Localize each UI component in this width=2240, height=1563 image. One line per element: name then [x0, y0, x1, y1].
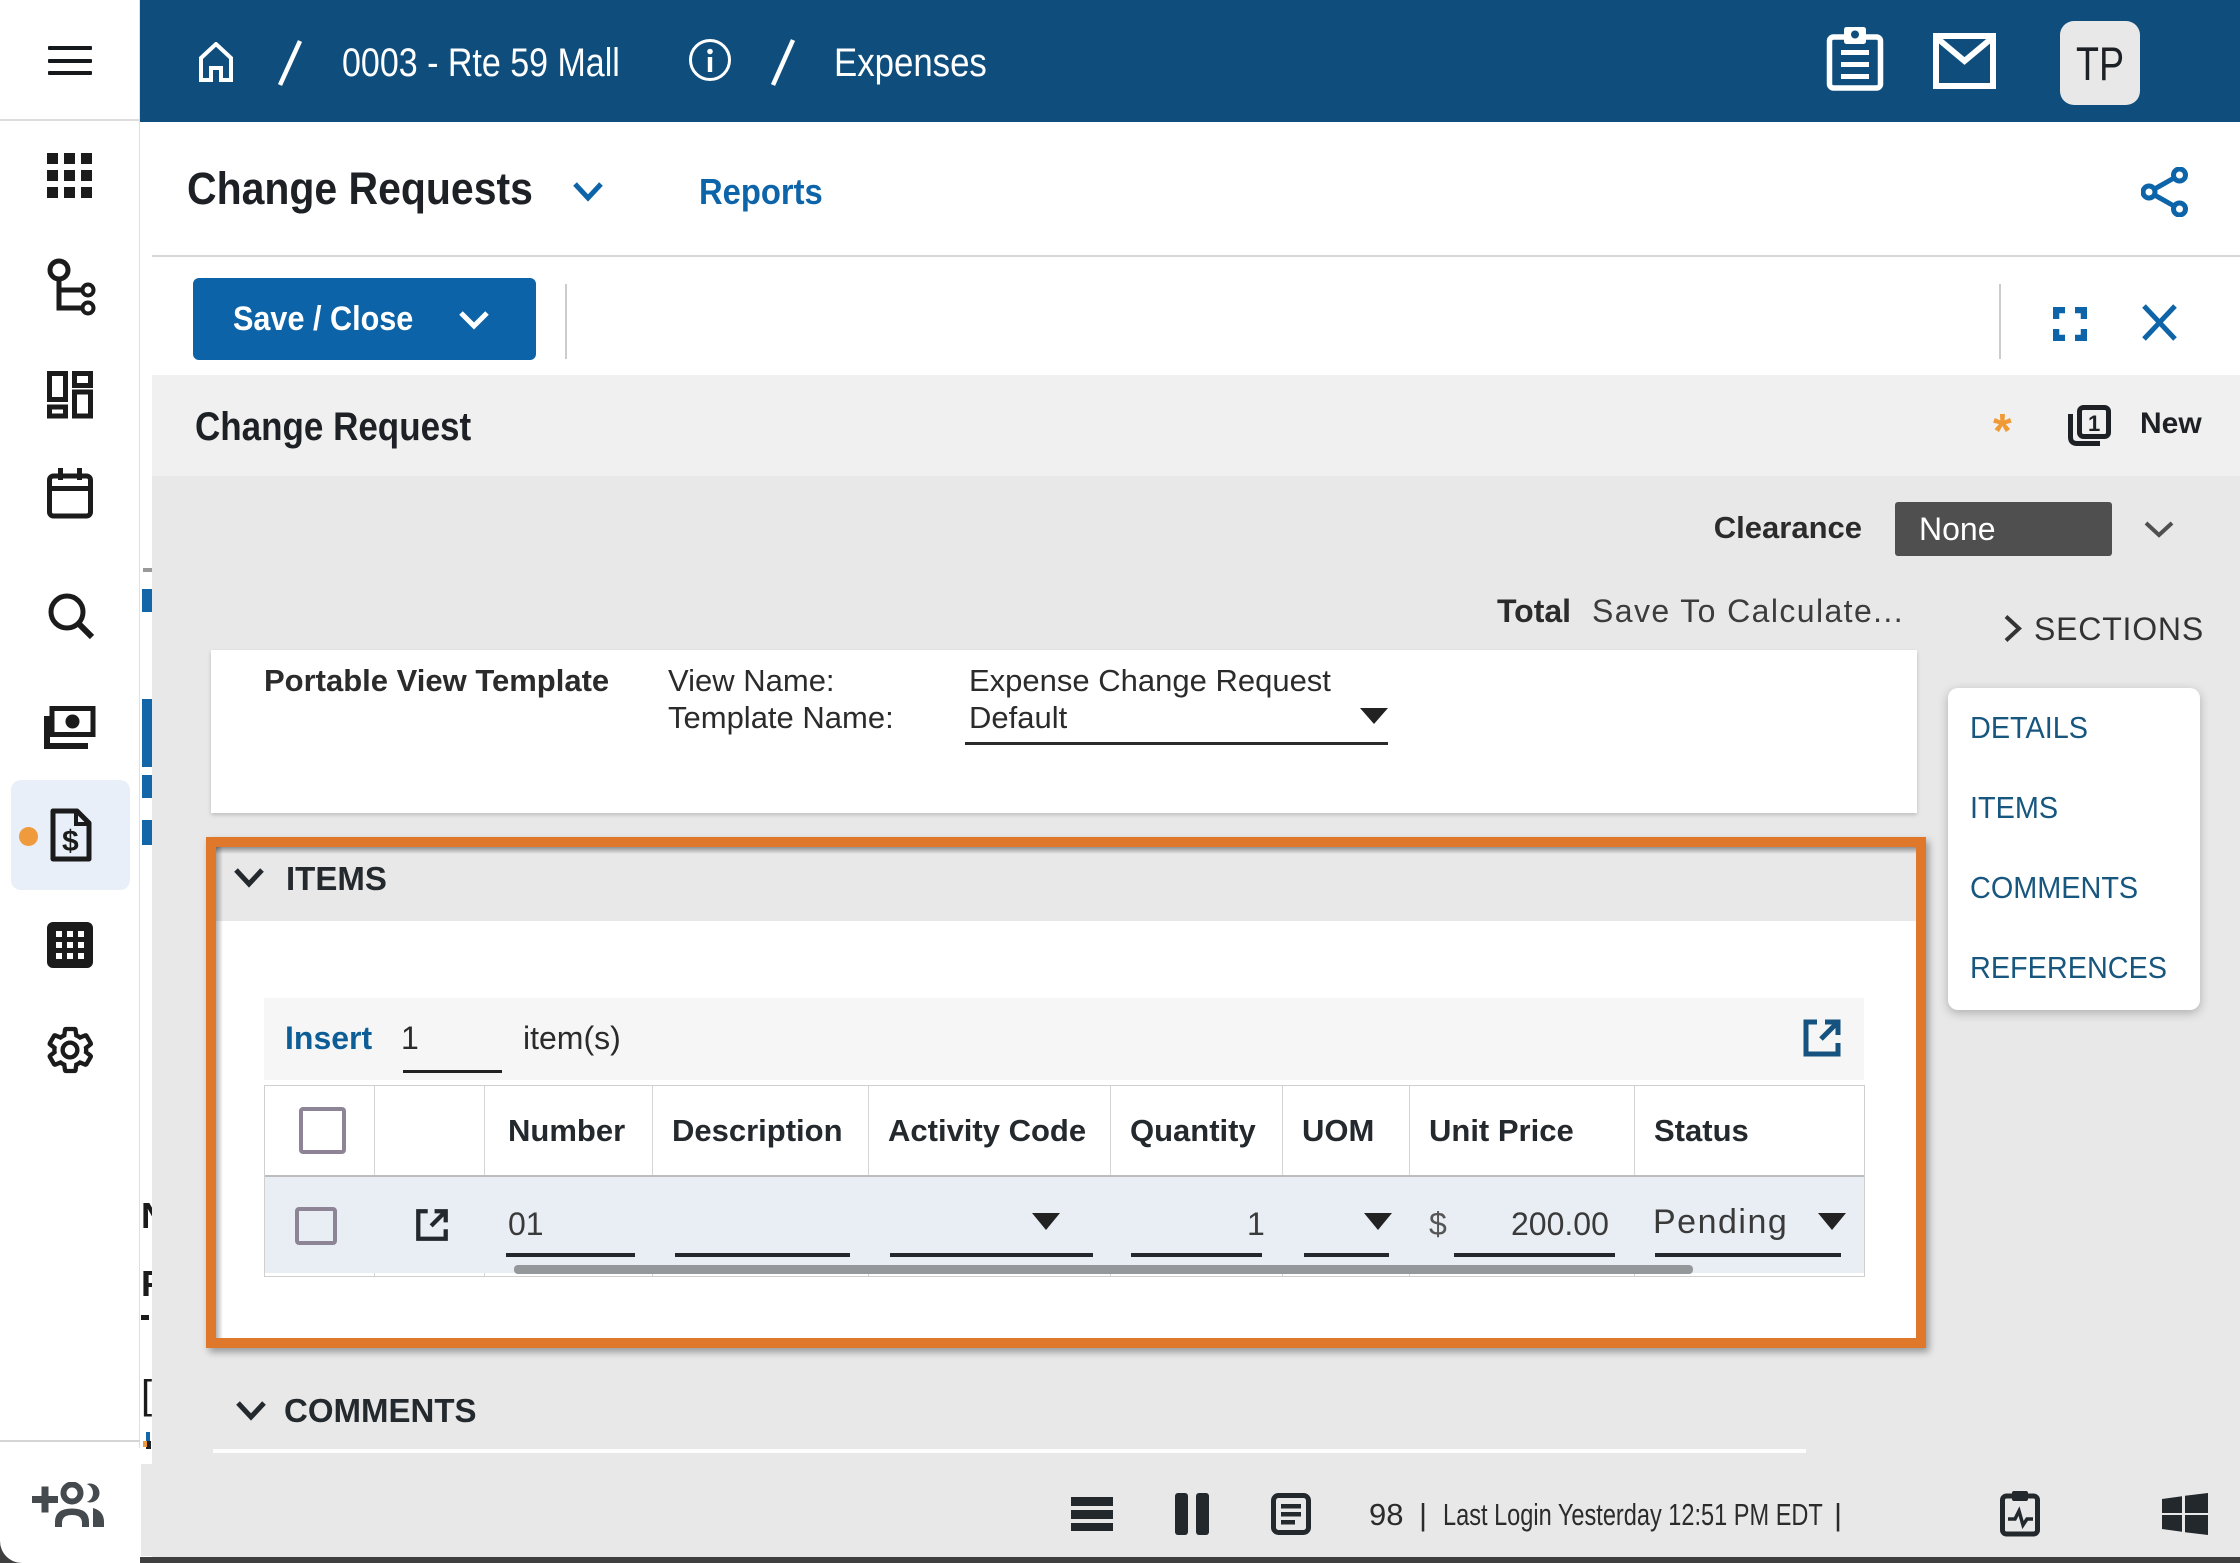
- svg-text:1: 1: [2088, 411, 2100, 436]
- svg-text:$: $: [62, 825, 79, 858]
